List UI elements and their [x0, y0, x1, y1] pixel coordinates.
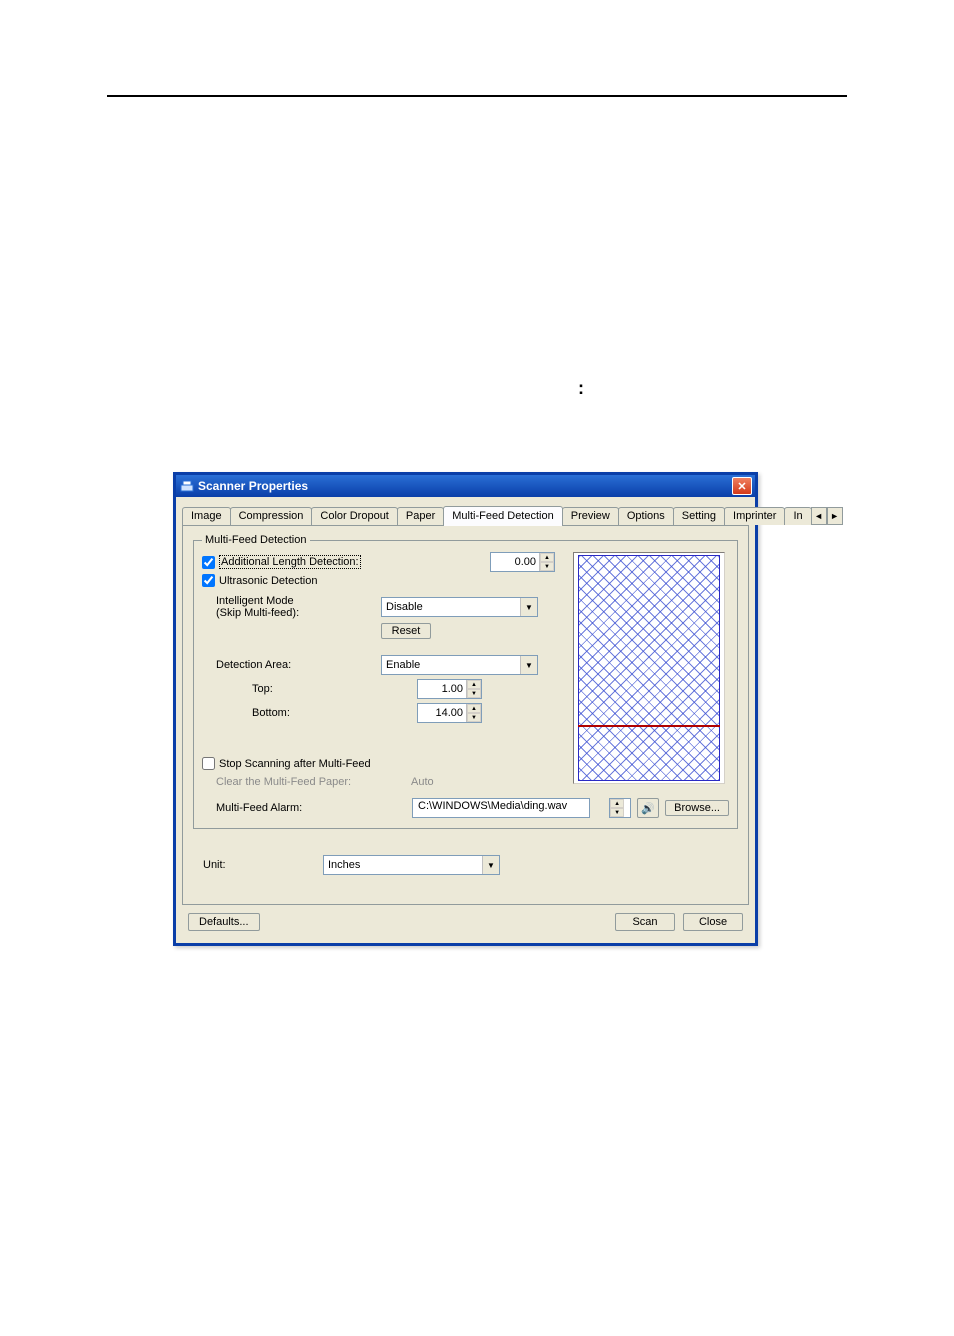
tab-paper[interactable]: Paper: [397, 507, 444, 525]
ultrasonic-checkbox[interactable]: Ultrasonic Detection: [202, 574, 317, 587]
tab-bar: Image Compression Color Dropout Paper Mu…: [176, 497, 755, 525]
preview-hatch-area: [578, 555, 720, 781]
scanner-properties-window: Scanner Properties ✕ Image Compression C…: [173, 472, 758, 946]
tab-multi-feed-detection[interactable]: Multi-Feed Detection: [443, 506, 563, 526]
top-spin[interactable]: ▲ ▼: [417, 679, 482, 699]
bottom-spin[interactable]: ▲ ▼: [417, 703, 482, 723]
intelligent-mode-combo[interactable]: ▼: [381, 597, 538, 617]
intelligent-mode-value[interactable]: [382, 598, 520, 616]
preview-redline: [578, 725, 720, 727]
play-alarm-button[interactable]: 🔊: [637, 798, 659, 818]
tab-image[interactable]: Image: [182, 507, 231, 525]
titlebar: Scanner Properties ✕: [176, 475, 755, 497]
unit-value[interactable]: [324, 856, 482, 874]
tabs-scroll-right[interactable]: ►: [827, 507, 843, 525]
chevron-down-icon: ▼: [614, 810, 620, 816]
spin-up[interactable]: ▲: [467, 680, 481, 689]
chevron-down-icon: ▼: [471, 691, 477, 697]
clear-paper-value: Auto: [411, 776, 434, 788]
close-icon: ✕: [737, 480, 746, 493]
scan-button[interactable]: Scan: [615, 913, 675, 931]
detection-area-value[interactable]: [382, 656, 520, 674]
multi-feed-groupbox: Multi-Feed Detection Additional Length D…: [193, 534, 738, 829]
colon-glyph: :: [578, 378, 584, 399]
stop-scanning-label: Stop Scanning after Multi-Feed: [219, 758, 371, 770]
tab-preview[interactable]: Preview: [562, 507, 619, 525]
groupbox-legend: Multi-Feed Detection: [202, 534, 310, 546]
dropdown-icon[interactable]: ▼: [520, 598, 537, 616]
bottom-label: Bottom:: [202, 707, 417, 719]
horizontal-rule: [107, 95, 847, 97]
stop-scanning-checkbox-input[interactable]: [202, 757, 215, 770]
additional-length-spin[interactable]: ▲ ▼: [490, 552, 555, 572]
stop-scanning-checkbox[interactable]: Stop Scanning after Multi-Feed: [202, 757, 371, 770]
detection-area-combo[interactable]: ▼: [381, 655, 538, 675]
top-label: Top:: [202, 683, 417, 695]
tab-imprinter[interactable]: Imprinter: [724, 507, 785, 525]
top-value[interactable]: [418, 680, 466, 698]
arrow-left-icon: ◄: [814, 511, 823, 521]
alarm-path-value[interactable]: [416, 799, 590, 813]
spin-up[interactable]: ▲: [540, 553, 554, 562]
window-title: Scanner Properties: [198, 479, 732, 493]
tabs-scroll-left[interactable]: ◄: [811, 507, 827, 525]
chevron-down-icon: ▼: [471, 715, 477, 721]
intelligent-mode-label: Intelligent Mode (Skip Multi-feed):: [202, 595, 381, 619]
alarm-path-textbox[interactable]: [412, 798, 590, 818]
close-button[interactable]: Close: [683, 913, 743, 931]
dialog-footer: Defaults... Scan Close: [176, 913, 755, 943]
multi-feed-alarm-label: Multi-Feed Alarm:: [202, 802, 406, 814]
browse-button[interactable]: Browse...: [665, 800, 729, 816]
additional-length-checkbox-input[interactable]: [202, 556, 215, 569]
defaults-button[interactable]: Defaults...: [188, 913, 260, 931]
tab-overflow[interactable]: In: [784, 507, 811, 525]
ultrasonic-checkbox-input[interactable]: [202, 574, 215, 587]
detection-preview: [573, 552, 725, 784]
tab-panel-multi-feed: Multi-Feed Detection Additional Length D…: [182, 525, 749, 905]
unit-combo[interactable]: ▼: [323, 855, 500, 875]
arrow-right-icon: ►: [830, 511, 839, 521]
chevron-up-icon: ▲: [471, 706, 477, 712]
spin-up[interactable]: ▲: [467, 704, 481, 713]
ultrasonic-label: Ultrasonic Detection: [219, 575, 317, 587]
bottom-value[interactable]: [418, 704, 466, 722]
tab-setting[interactable]: Setting: [673, 507, 725, 525]
alarm-spin[interactable]: ▲ ▼: [609, 798, 631, 818]
reset-button[interactable]: Reset: [381, 623, 431, 639]
dropdown-icon[interactable]: ▼: [520, 656, 537, 674]
additional-length-checkbox[interactable]: Additional Length Detection:: [202, 555, 361, 569]
app-icon: [180, 479, 194, 493]
additional-length-value[interactable]: [491, 553, 539, 571]
spin-down[interactable]: ▼: [467, 689, 481, 698]
spin-down[interactable]: ▼: [540, 562, 554, 571]
tab-color-dropout[interactable]: Color Dropout: [311, 507, 397, 525]
tab-compression[interactable]: Compression: [230, 507, 313, 525]
spin-down[interactable]: ▼: [610, 808, 624, 817]
chevron-down-icon: ▼: [544, 564, 550, 570]
spin-up[interactable]: ▲: [610, 799, 624, 808]
spin-down[interactable]: ▼: [467, 713, 481, 722]
speaker-icon: 🔊: [641, 802, 655, 815]
chevron-up-icon: ▲: [614, 801, 620, 807]
unit-label: Unit:: [193, 859, 323, 871]
window-close-button[interactable]: ✕: [732, 477, 752, 495]
chevron-up-icon: ▲: [544, 555, 550, 561]
additional-length-label: Additional Length Detection:: [219, 555, 361, 569]
tab-options[interactable]: Options: [618, 507, 674, 525]
detection-area-label: Detection Area:: [202, 659, 381, 671]
dropdown-icon[interactable]: ▼: [482, 856, 499, 874]
clear-paper-label: Clear the Multi-Feed Paper:: [202, 776, 411, 788]
chevron-up-icon: ▲: [471, 682, 477, 688]
